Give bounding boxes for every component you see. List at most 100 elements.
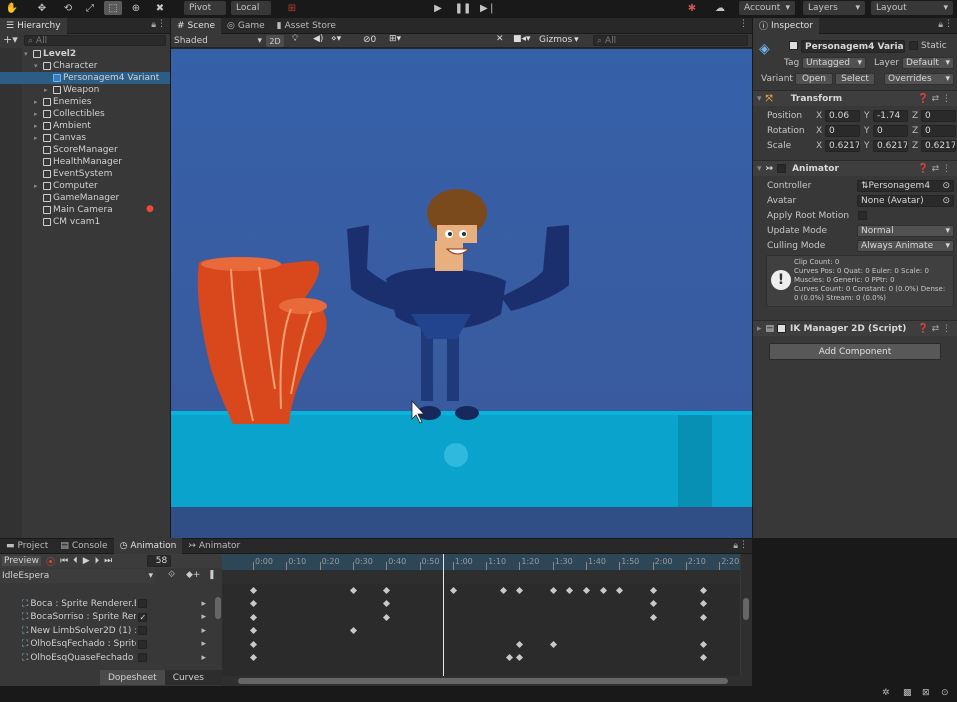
property-checkbox[interactable]: ✓: [138, 612, 148, 622]
component-menu-icon[interactable]: ❓ ⇄ ⋮: [918, 324, 951, 334]
object-picker-icon[interactable]: ⊙: [942, 181, 950, 191]
camera-icon[interactable]: ■◂▾: [513, 34, 531, 44]
audio-icon[interactable]: ◀︎): [313, 34, 323, 44]
static-checkbox[interactable]: [909, 41, 918, 50]
rotation-z-field[interactable]: 0: [921, 125, 956, 137]
rotate-tool-icon[interactable]: ⟲: [60, 1, 76, 15]
foldout-icon[interactable]: ▸: [34, 122, 41, 130]
animation-property-row[interactable]: ⛶ Boca : Sprite Renderer.Er ▸: [0, 597, 220, 610]
lighting-icon[interactable]: 💡︎: [292, 34, 298, 44]
foldout-icon[interactable]: ▸: [34, 110, 41, 118]
shading-mode-dropdown[interactable]: Shaded ▾: [174, 35, 262, 47]
open-prefab-button[interactable]: Open: [795, 73, 833, 85]
property-scrollbar[interactable]: [215, 597, 221, 619]
layer-dropdown[interactable]: Default ▾: [902, 57, 954, 69]
rotation-x-field[interactable]: 0: [825, 125, 860, 137]
foldout-icon[interactable]: ▸: [44, 86, 51, 94]
tab-hierarchy[interactable]: ☰ Hierarchy: [0, 17, 67, 34]
property-checkbox[interactable]: [138, 626, 148, 635]
component-menu-icon[interactable]: ❓ ⇄ ⋮: [918, 94, 951, 104]
property-options-icon[interactable]: ▸: [201, 612, 206, 622]
play-button[interactable]: ▶: [430, 1, 446, 15]
scale-z-field[interactable]: 0.62172: [921, 140, 956, 152]
hierarchy-item[interactable]: ▸ Weapon: [0, 84, 170, 96]
hierarchy-item[interactable]: GameManager: [0, 192, 170, 204]
custom-tool-icon[interactable]: ✖: [152, 1, 168, 15]
tab-inspector[interactable]: ⓘ Inspector: [753, 17, 819, 34]
tab-animator[interactable]: ↣ Animator: [182, 538, 246, 554]
animator-header[interactable]: ▾ ↣ Animator ❓ ⇄ ⋮: [753, 160, 957, 176]
select-prefab-button[interactable]: Select: [835, 73, 875, 85]
tools-icon[interactable]: ✕: [496, 34, 504, 44]
hierarchy-item[interactable]: ▸ Canvas: [0, 132, 170, 144]
clip-dropdown[interactable]: IdleEspera ▾: [0, 569, 155, 583]
next-key-button[interactable]: ⏵︎: [95, 556, 100, 566]
rect-tool-icon[interactable]: ⬚: [104, 1, 122, 15]
hierarchy-item[interactable]: ▸ Collectibles: [0, 108, 170, 120]
controller-field[interactable]: ⇅ Personagem4 ⊙: [857, 180, 954, 192]
avatar-field[interactable]: None (Avatar) ⊙: [857, 195, 954, 207]
dopesheet-area[interactable]: [222, 584, 740, 676]
property-checkbox[interactable]: [138, 599, 148, 608]
2d-toggle[interactable]: 2D: [266, 35, 284, 47]
active-checkbox[interactable]: [789, 41, 798, 50]
grid-snap-icon[interactable]: ⊞: [286, 1, 298, 15]
debug-icon[interactable]: ✲: [882, 688, 890, 698]
property-checkbox[interactable]: [138, 653, 148, 662]
position-z-field[interactable]: 0: [921, 110, 956, 122]
effects-icon[interactable]: ⋄▾: [331, 34, 341, 44]
hierarchy-item[interactable]: ScoreManager: [0, 144, 170, 156]
rotation-y-field[interactable]: 0: [873, 125, 908, 137]
apply-root-motion-checkbox[interactable]: [858, 211, 867, 220]
overrides-dropdown[interactable]: Overrides ▾: [884, 73, 954, 85]
hierarchy-item[interactable]: Personagem4 Variant: [0, 72, 170, 84]
hierarchy-item[interactable]: CM vcam1: [0, 216, 170, 228]
gizmos-dropdown[interactable]: Gizmos ▾: [539, 35, 579, 45]
scene-viewport[interactable]: [171, 49, 752, 538]
transform-header[interactable]: ▾ ⤧ Transform ❓ ⇄ ⋮: [753, 90, 957, 106]
animator-enabled-checkbox[interactable]: [777, 164, 787, 173]
create-button[interactable]: +▾: [3, 34, 21, 46]
scale-y-field[interactable]: 0.62172: [873, 140, 908, 152]
layers-dropdown[interactable]: Layers ▾: [803, 1, 865, 15]
cache-icon[interactable]: ▩: [903, 688, 912, 698]
foldout-icon[interactable]: ▾: [24, 50, 31, 58]
lock-icon[interactable]: 🔒︎: [151, 20, 156, 30]
playhead[interactable]: [443, 554, 444, 676]
hierarchy-search-input[interactable]: ⌕ All: [24, 35, 166, 46]
animation-property-row[interactable]: ⛶ OlhoEsqFechado : Sprite ▸: [0, 638, 220, 651]
timeline-vscroll[interactable]: [741, 554, 752, 676]
check-icon[interactable]: ⊙: [941, 688, 949, 698]
progress-icon[interactable]: ⊠: [922, 688, 930, 698]
pivot-toggle[interactable]: Pivot: [184, 1, 226, 15]
last-key-button[interactable]: ⏭: [104, 556, 112, 566]
scene-search-input[interactable]: ⌕ All: [593, 35, 748, 46]
property-options-icon[interactable]: ▸: [201, 599, 206, 609]
hierarchy-item[interactable]: Main Camera: [0, 204, 170, 216]
object-name-field[interactable]: Personagem4 Variant: [801, 40, 905, 53]
hierarchy-item[interactable]: ▾ Character: [0, 60, 170, 72]
component-menu-icon[interactable]: ❓ ⇄ ⋮: [918, 164, 951, 174]
scale-x-field[interactable]: 0.62172: [825, 140, 860, 152]
curves-button[interactable]: Curves: [165, 673, 212, 683]
hierarchy-item[interactable]: ▾ Level2: [0, 48, 170, 60]
tag-dropdown[interactable]: Untagged ▾: [802, 57, 866, 69]
property-options-icon[interactable]: ▸: [201, 626, 206, 636]
foldout-icon[interactable]: ▸: [34, 98, 41, 106]
culling-mode-dropdown[interactable]: Always Animate ▾: [857, 240, 954, 252]
first-key-button[interactable]: ⏮: [60, 556, 68, 566]
account-dropdown[interactable]: Account ▾: [739, 1, 795, 15]
layout-dropdown[interactable]: Layout ▾: [871, 1, 953, 15]
add-component-button[interactable]: Add Component: [769, 343, 941, 360]
property-checkbox[interactable]: [138, 639, 148, 649]
scale-tool-icon[interactable]: ⤢: [82, 1, 98, 15]
more-icon[interactable]: ⋮: [157, 19, 166, 29]
event-marker-icon[interactable]: ❚: [208, 570, 216, 580]
tab-project[interactable]: ▬ Project: [0, 538, 54, 554]
property-options-icon[interactable]: ▸: [201, 639, 206, 649]
tab-console[interactable]: ▤ Console: [54, 538, 113, 554]
more-icon[interactable]: ⋮: [739, 540, 748, 550]
add-keyframe-icon[interactable]: ⟐: [168, 570, 175, 580]
ik-enabled-checkbox[interactable]: [777, 324, 787, 333]
transform-tool-icon[interactable]: ⊕: [128, 1, 144, 15]
